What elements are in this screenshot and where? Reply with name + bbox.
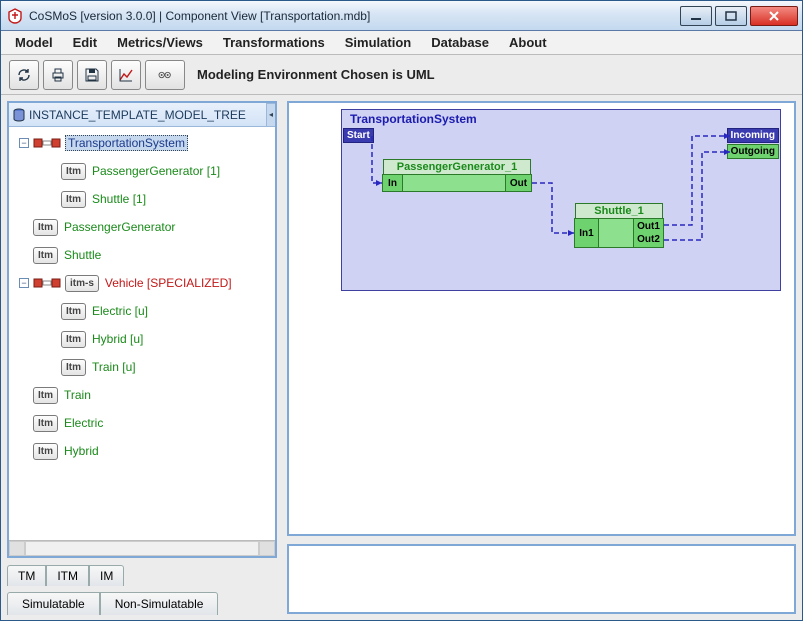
tree-row[interactable]: Itm PassengerGenerator [1] xyxy=(11,157,273,185)
tree-row[interactable]: Itm Train xyxy=(11,381,273,409)
pin-pg-out[interactable]: Out xyxy=(505,175,531,191)
print-button[interactable] xyxy=(43,60,73,90)
diagram-container[interactable]: TransportationSystem Start Incoming Outg… xyxy=(341,109,781,291)
tree-node-label[interactable]: Vehicle [SPECIALIZED] xyxy=(105,276,232,290)
menu-edit[interactable]: Edit xyxy=(65,33,106,52)
tree-node-label[interactable]: Train xyxy=(64,388,91,402)
app-window: CoSMoS [version 3.0.0] | Component View … xyxy=(0,0,803,621)
tab-tm[interactable]: TM xyxy=(7,565,46,586)
menu-about[interactable]: About xyxy=(501,33,555,52)
minimize-button[interactable] xyxy=(680,6,712,26)
close-button[interactable] xyxy=(750,6,798,26)
horizontal-splitter[interactable] xyxy=(287,536,796,544)
collapse-handle-icon[interactable] xyxy=(266,103,276,127)
port-start[interactable]: Start xyxy=(343,128,374,143)
tree-row[interactable]: − itm-s Vehicle [SPECIALIZED] xyxy=(11,269,273,297)
badge-itm: Itm xyxy=(33,387,58,404)
badge-itm: Itm xyxy=(61,191,86,208)
tree-hscrollbar[interactable] xyxy=(9,540,275,556)
tree-node-label[interactable]: Shuttle xyxy=(64,248,101,262)
tab-simulatable[interactable]: Simulatable xyxy=(7,592,100,615)
badge-itm: Itm xyxy=(33,443,58,460)
right-panel: TransportationSystem Start Incoming Outg… xyxy=(287,95,802,620)
model-tree: INSTANCE_TEMPLATE_MODEL_TREE − Transporta… xyxy=(7,101,277,558)
tab-non-simulatable[interactable]: Non-Simulatable xyxy=(100,592,219,615)
tree-row[interactable]: Itm Hybrid [u] xyxy=(11,325,273,353)
menu-simulation[interactable]: Simulation xyxy=(337,33,419,52)
pin-sh-in[interactable]: In1 xyxy=(575,219,599,247)
tree-node-label[interactable]: Hybrid xyxy=(64,444,99,458)
menubar: Model Edit Metrics/Views Transformations… xyxy=(1,31,802,55)
tree-node-label[interactable]: TransportationSystem xyxy=(65,135,188,151)
titlebar[interactable]: CoSMoS [version 3.0.0] | Component View … xyxy=(1,1,802,31)
port-outgoing[interactable]: Outgoing xyxy=(727,144,779,159)
tree-node-label[interactable]: Electric xyxy=(64,416,103,430)
menu-transformations[interactable]: Transformations xyxy=(215,33,333,52)
pin-pg-in[interactable]: In xyxy=(383,175,403,191)
block-passenger-generator[interactable]: PassengerGenerator_1 In Out xyxy=(382,174,532,192)
connection-wires xyxy=(342,110,780,290)
tree-toggle-icon[interactable]: − xyxy=(19,138,29,148)
tree-row[interactable]: Itm Train [u] xyxy=(11,353,273,381)
badge-itm: Itm xyxy=(61,303,86,320)
output-panel[interactable] xyxy=(287,544,796,614)
tree-header: INSTANCE_TEMPLATE_MODEL_TREE xyxy=(9,103,275,127)
tree-row[interactable]: Itm Shuttle [1] xyxy=(11,185,273,213)
tree-row[interactable]: Itm Electric xyxy=(11,409,273,437)
badge-itm: Itm xyxy=(33,219,58,236)
tree-title: INSTANCE_TEMPLATE_MODEL_TREE xyxy=(29,108,246,122)
badge-itm: Itm xyxy=(61,359,86,376)
toolbar-status: Modeling Environment Chosen is UML xyxy=(197,67,435,82)
database-icon xyxy=(13,108,25,122)
pin-sh-out2[interactable]: Out2 xyxy=(633,232,663,247)
toolbar: Modeling Environment Chosen is UML xyxy=(1,55,802,95)
tree-node-label[interactable]: PassengerGenerator xyxy=(64,220,175,234)
badge-itm: Itm xyxy=(61,163,86,180)
tree-node-label[interactable]: Electric [u] xyxy=(92,304,148,318)
menu-database[interactable]: Database xyxy=(423,33,497,52)
block-pg-label: PassengerGenerator_1 xyxy=(383,159,531,174)
tree-node-label[interactable]: PassengerGenerator [1] xyxy=(92,164,220,178)
badge-itm-s: itm-s xyxy=(65,275,99,292)
tab-im[interactable]: IM xyxy=(89,565,124,586)
tree-toggle-icon[interactable]: − xyxy=(19,278,29,288)
menu-model[interactable]: Model xyxy=(7,33,61,52)
block-sh-label: Shuttle_1 xyxy=(575,203,663,218)
model-icon xyxy=(33,134,61,152)
block-shuttle[interactable]: Shuttle_1 In1 Out1 Out2 xyxy=(574,218,664,248)
tree-mode-tabs: TM ITM IM xyxy=(7,564,277,585)
port-incoming[interactable]: Incoming xyxy=(727,128,779,143)
tree-body[interactable]: − TransportationSystem Itm PassengerGenerat… xyxy=(9,127,275,540)
app-icon xyxy=(7,8,23,24)
diagram-canvas[interactable]: TransportationSystem Start Incoming Outg… xyxy=(287,101,796,536)
tree-node-label[interactable]: Shuttle [1] xyxy=(92,192,146,206)
tree-row[interactable]: − TransportationSystem xyxy=(11,129,273,157)
tree-row[interactable]: Itm Shuttle xyxy=(11,241,273,269)
diagram-title: TransportationSystem xyxy=(350,112,477,126)
badge-itm: Itm xyxy=(33,415,58,432)
tree-row[interactable]: Itm Electric [u] xyxy=(11,297,273,325)
tree-row[interactable]: Itm PassengerGenerator xyxy=(11,213,273,241)
maximize-button[interactable] xyxy=(715,6,747,26)
simulatable-tabs: Simulatable Non-Simulatable xyxy=(7,591,277,614)
chart-button[interactable] xyxy=(111,60,141,90)
vertical-splitter[interactable] xyxy=(279,95,287,620)
tree-row[interactable]: Itm Hybrid xyxy=(11,437,273,465)
main-area: INSTANCE_TEMPLATE_MODEL_TREE − Transporta… xyxy=(1,95,802,620)
badge-itm: Itm xyxy=(33,247,58,264)
window-title: CoSMoS [version 3.0.0] | Component View … xyxy=(29,9,680,23)
settings-button[interactable] xyxy=(145,60,185,90)
menu-metrics-views[interactable]: Metrics/Views xyxy=(109,33,211,52)
tab-itm[interactable]: ITM xyxy=(46,565,89,586)
tree-node-label[interactable]: Train [u] xyxy=(92,360,136,374)
left-panel: INSTANCE_TEMPLATE_MODEL_TREE − Transporta… xyxy=(1,95,279,620)
save-button[interactable] xyxy=(77,60,107,90)
badge-itm: Itm xyxy=(61,331,86,348)
refresh-button[interactable] xyxy=(9,60,39,90)
model-icon xyxy=(33,274,61,292)
tree-node-label[interactable]: Hybrid [u] xyxy=(92,332,143,346)
